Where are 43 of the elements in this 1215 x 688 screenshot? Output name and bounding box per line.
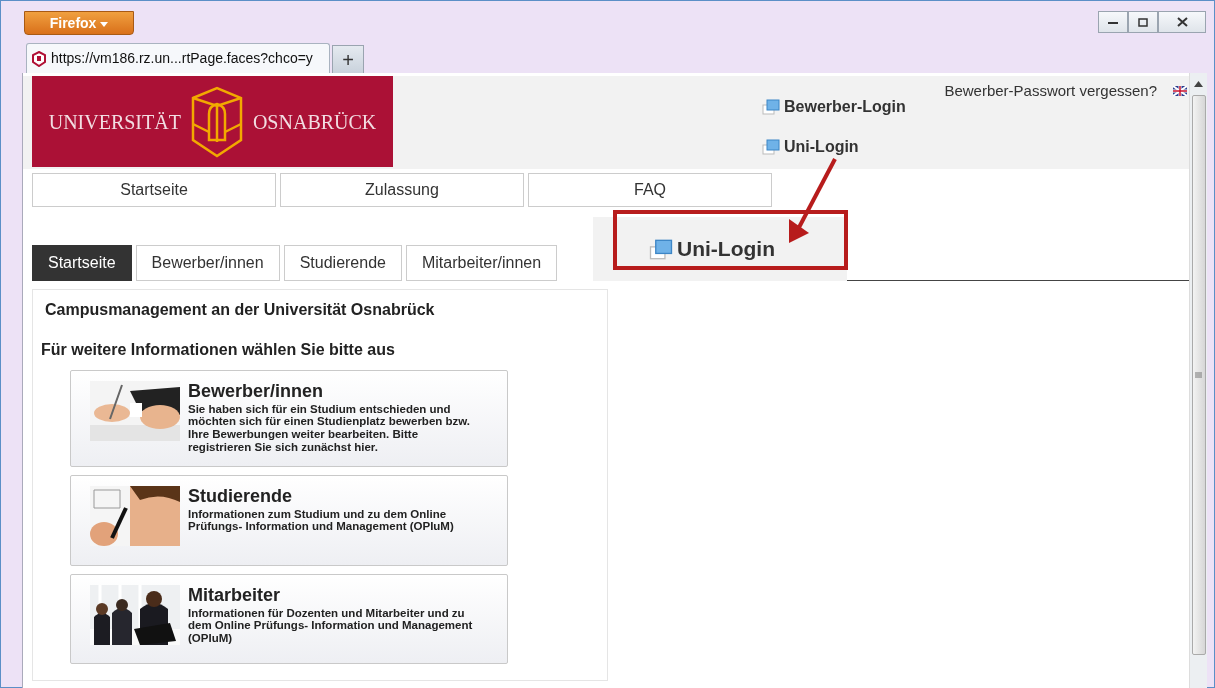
scrollbar[interactable] <box>1189 73 1207 688</box>
scroll-thumb[interactable] <box>1191 95 1206 655</box>
entry-card[interactable]: Studierende Informationen zum Studium und zu dem Online Prüfungs- Information und Management (OPIuM) <box>70 475 508 566</box>
logo-text: OSNABRÜCK <box>252 109 377 135</box>
minimize-icon <box>1108 20 1118 24</box>
card-description: Informationen für Dozenten und Mitarbeiter und zu dem Online Prüfungs- Information und Management (OPIuM) <box>188 606 474 645</box>
flag-icon[interactable] <box>1173 86 1187 97</box>
minimize-button[interactable] <box>1098 11 1128 33</box>
card-description: Sie haben sich für ein Studium entschieden und möchten sich für einen Studienplatz bewerben bzw. Ihre Bewerbungen weiter bearbeiten. Bitte registrieren Sie sich zunächst hier. <box>188 402 471 454</box>
close-button[interactable] <box>1158 11 1206 33</box>
window-icon <box>649 239 673 261</box>
window-icon <box>762 139 780 155</box>
logo-text: UNIVERSITÄT <box>48 109 181 135</box>
university-logo[interactable]: UNIVERSITÄT OSNABRÜCK <box>32 76 393 167</box>
section-heading: Für weitere Informationen wählen Sie bitte aus <box>41 340 396 360</box>
window-icon <box>762 99 780 115</box>
entry-card[interactable]: Bewerber/innen Sie haben sich für ein Studium entschieden und möchten sich für einen Studienplatz bewerben bzw. Ihre Bewerbungen weiter bearbeiten. Bitte registrieren Sie sich zunächst hier. <box>70 370 508 467</box>
forgot-password-link[interactable]: Bewerber-Passwort vergessen? <box>944 80 1157 103</box>
uni-login-link[interactable]: Uni-Login <box>649 233 775 265</box>
nav-button[interactable]: Startseite <box>32 173 276 207</box>
new-tab-button[interactable]: + <box>332 45 364 73</box>
page-heading: Campusmanagement an der Universität Osnabrück <box>45 300 436 320</box>
login-link[interactable]: Bewerber-Login <box>762 95 906 119</box>
browser-tab[interactable]: https://vm186.rz.un...rtPage.faces?chco=y <box>26 43 330 73</box>
close-icon <box>1176 17 1188 27</box>
card-description: Informationen zum Studium und zu dem Online Prüfungs- Information und Management (OPIuM) <box>188 507 455 533</box>
tab-title: https://vm186.rz.un...rtPage.faces?chco=y <box>51 49 313 68</box>
card-title: Studierende <box>188 486 294 508</box>
card-title: Bewerber/innen <box>188 381 325 403</box>
page-tab[interactable]: Mitarbeiter/innen <box>405 245 558 281</box>
scroll-up-icon[interactable] <box>1194 81 1203 87</box>
page-tab[interactable]: Startseite <box>32 245 132 281</box>
maximize-button[interactable] <box>1128 11 1158 33</box>
nav-button[interactable]: Zulassung <box>280 173 524 207</box>
entry-card[interactable]: Mitarbeiter Informationen für Dozenten und Mitarbeiter und zu dem Online Prüfungs- Information und Management (OPIuM) <box>70 574 508 664</box>
page-tab[interactable]: Studierende <box>283 245 402 281</box>
card-title: Mitarbeiter <box>188 585 282 607</box>
dropdown-caret-icon <box>100 21 109 27</box>
maximize-icon <box>1138 17 1148 27</box>
page-tab[interactable]: Bewerber/innen <box>135 245 280 281</box>
nav-button[interactable]: FAQ <box>528 173 772 207</box>
login-link[interactable]: Uni-Login <box>762 135 906 159</box>
site-icon <box>31 50 47 67</box>
